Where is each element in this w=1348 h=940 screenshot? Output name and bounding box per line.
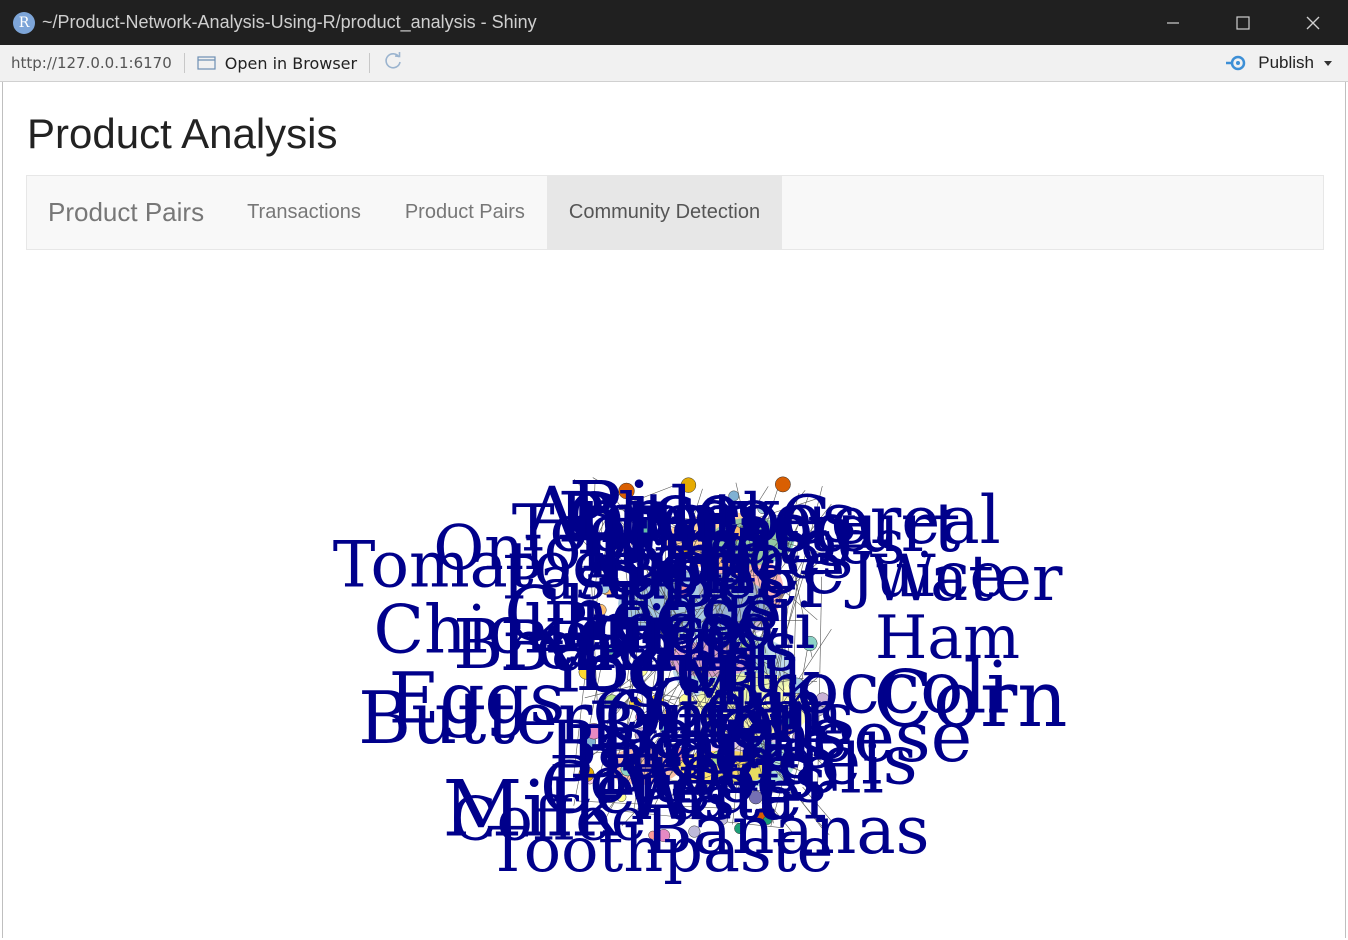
publish-label: Publish bbox=[1258, 53, 1314, 72]
page-title: Product Analysis bbox=[27, 110, 338, 157]
navbar: Product Pairs Transactions Product Pairs… bbox=[26, 175, 1324, 250]
publish-icon bbox=[1226, 55, 1246, 71]
minimize-icon bbox=[1167, 21, 1179, 24]
url-field[interactable]: http://127.0.0.1:6170 bbox=[11, 54, 172, 72]
publish-button[interactable]: Publish bbox=[1226, 45, 1334, 81]
window-titlebar: R ~/Product-Network-Analysis-Using-R/pro… bbox=[0, 0, 1348, 45]
viewer-toolbar: http://127.0.0.1:6170 Open in Browser Pu… bbox=[0, 45, 1348, 82]
vertex-label: Ham bbox=[875, 603, 1020, 673]
maximize-icon bbox=[1236, 15, 1250, 30]
close-icon bbox=[1306, 16, 1320, 29]
community-network-plot: CornBroccoliCheeseBagelsBananasPotatoesT… bbox=[333, 465, 1068, 886]
vertex-label: Potatoes bbox=[558, 478, 857, 558]
open-in-browser-label: Open in Browser bbox=[224, 53, 358, 73]
navbar-brand[interactable]: Product Pairs bbox=[27, 176, 225, 249]
toolbar-divider bbox=[183, 53, 185, 73]
window-title: ~/Product-Network-Analysis-Using-R/produ… bbox=[42, 12, 537, 32]
tab-transactions[interactable]: Transactions bbox=[225, 176, 383, 249]
tab-product-pairs[interactable]: Product Pairs bbox=[383, 176, 547, 249]
maximize-button[interactable] bbox=[1208, 0, 1278, 45]
open-in-browser-button[interactable]: Open in Browser bbox=[197, 54, 357, 73]
app-viewport: Product Analysis Product Pairs Transacti… bbox=[2, 82, 1346, 938]
window-controls bbox=[1138, 0, 1348, 45]
tab-community-detection[interactable]: Community Detection bbox=[546, 176, 783, 249]
dropdown-caret-icon[interactable] bbox=[1322, 58, 1334, 68]
open-in-browser-icon bbox=[197, 56, 216, 70]
vertex-label: Bananas bbox=[549, 707, 833, 784]
refresh-icon bbox=[385, 51, 401, 69]
vertex-label: Cheese bbox=[504, 570, 783, 658]
minimize-button[interactable] bbox=[1138, 0, 1208, 45]
refresh-button[interactable] bbox=[382, 50, 404, 77]
r-app-icon: R bbox=[13, 11, 35, 34]
close-button[interactable] bbox=[1278, 0, 1348, 45]
toolbar-divider bbox=[369, 53, 371, 73]
